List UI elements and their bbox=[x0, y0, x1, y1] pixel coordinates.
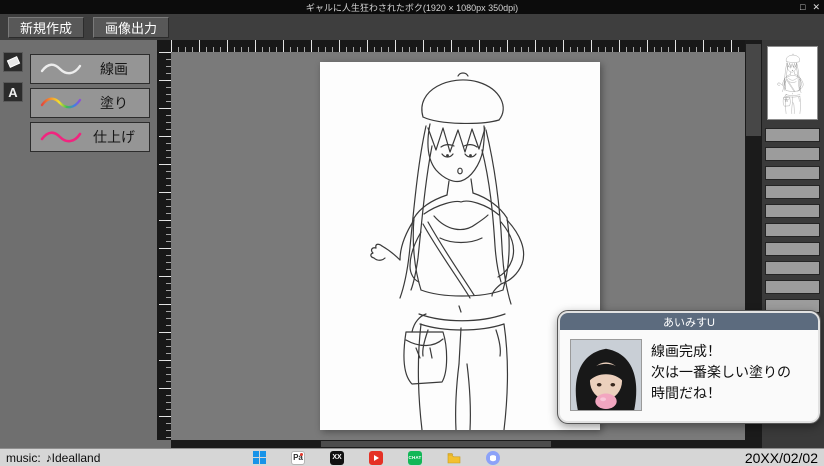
window-title: ギャルに人生狂わされたボク(1920 × 1080px 350dpi) bbox=[306, 1, 518, 14]
finish-wave-icon bbox=[39, 128, 83, 146]
layer-step-panel: 線画 塗り 仕上げ bbox=[30, 54, 150, 152]
text-tool-icon: A bbox=[8, 85, 17, 100]
horizontal-ruler bbox=[171, 40, 745, 52]
export-image-button[interactable]: 画像出力 bbox=[93, 17, 169, 38]
layer-button-label: 塗り bbox=[87, 93, 141, 113]
ruler-corner bbox=[157, 40, 171, 52]
layer-button-finish[interactable]: 仕上げ bbox=[30, 122, 150, 152]
layer-row[interactable] bbox=[765, 204, 820, 218]
assistant-message-line: 時間だね！ bbox=[651, 383, 791, 404]
eraser-icon bbox=[6, 56, 19, 68]
layer-row[interactable] bbox=[765, 261, 820, 275]
paint-app-icon[interactable]: Pa bbox=[291, 451, 305, 465]
navigator-artwork bbox=[769, 48, 816, 118]
windows-start-icon[interactable] bbox=[252, 451, 266, 465]
layer-button-color[interactable]: 塗り bbox=[30, 88, 150, 118]
xx-app-icon-text: XX bbox=[332, 454, 341, 461]
menu-bar: 新規作成 画像出力 bbox=[0, 14, 824, 40]
layer-row[interactable] bbox=[765, 185, 820, 199]
discord-app-icon[interactable] bbox=[486, 451, 500, 465]
chat-app-icon-text: CHAT bbox=[409, 455, 422, 460]
assistant-message-line: 線画完成！ bbox=[651, 341, 791, 362]
music-status: music: ♪Idealland bbox=[6, 449, 100, 466]
layer-row[interactable] bbox=[765, 166, 820, 180]
color-wave-icon bbox=[39, 94, 83, 112]
assistant-dialog-title: あいみすU bbox=[560, 313, 818, 330]
folder-icon[interactable] bbox=[447, 451, 461, 465]
horizontal-scrollbar-thumb[interactable] bbox=[321, 441, 551, 447]
layer-button-label: 線画 bbox=[87, 59, 141, 79]
layer-row[interactable] bbox=[765, 280, 820, 294]
navigator-thumbnail[interactable] bbox=[767, 46, 818, 120]
layer-row[interactable] bbox=[765, 128, 820, 142]
clock-date: 20XX/02/02 bbox=[745, 449, 818, 466]
video-app-icon[interactable] bbox=[369, 451, 383, 465]
assistant-dialog: あいみすU 線画完成！ 次は一番楽しい塗りの 時間だね！ bbox=[558, 311, 820, 423]
layer-button-label: 仕上げ bbox=[87, 127, 141, 147]
layer-row[interactable] bbox=[765, 147, 820, 161]
taskbar-icons: Pa XX CHAT bbox=[252, 449, 500, 466]
new-file-button[interactable]: 新規作成 bbox=[8, 17, 84, 38]
app-window: ギャルに人生狂わされたボク(1920 × 1080px 350dpi) □ ✕ … bbox=[0, 0, 824, 466]
lineart-wave-icon bbox=[39, 60, 83, 78]
music-track: ♪Idealland bbox=[46, 451, 101, 465]
layer-button-lineart[interactable]: 線画 bbox=[30, 54, 150, 84]
music-label: music: bbox=[6, 451, 41, 465]
chat-app-icon[interactable]: CHAT bbox=[408, 451, 422, 465]
text-tool-button[interactable]: A bbox=[3, 82, 23, 102]
assistant-avatar bbox=[570, 339, 642, 411]
assistant-message: 線画完成！ 次は一番楽しい塗りの 時間だね！ bbox=[651, 339, 791, 411]
title-bar: ギャルに人生狂わされたボク(1920 × 1080px 350dpi) □ ✕ bbox=[0, 0, 824, 14]
eraser-tool-button[interactable] bbox=[3, 52, 23, 72]
xx-app-icon[interactable]: XX bbox=[330, 451, 344, 465]
assistant-message-line: 次は一番楽しい塗りの bbox=[651, 362, 791, 383]
maximize-button[interactable]: □ bbox=[800, 2, 805, 12]
layer-row[interactable] bbox=[765, 223, 820, 237]
vertical-ruler bbox=[157, 52, 171, 440]
taskbar: music: ♪Idealland Pa XX CHAT bbox=[0, 448, 824, 466]
close-button[interactable]: ✕ bbox=[812, 2, 820, 13]
layer-list bbox=[765, 128, 820, 313]
assistant-dialog-body: 線画完成！ 次は一番楽しい塗りの 時間だね！ bbox=[560, 330, 818, 421]
horizontal-scrollbar[interactable] bbox=[171, 440, 745, 448]
vertical-scrollbar-thumb[interactable] bbox=[746, 44, 761, 136]
layer-row[interactable] bbox=[765, 242, 820, 256]
